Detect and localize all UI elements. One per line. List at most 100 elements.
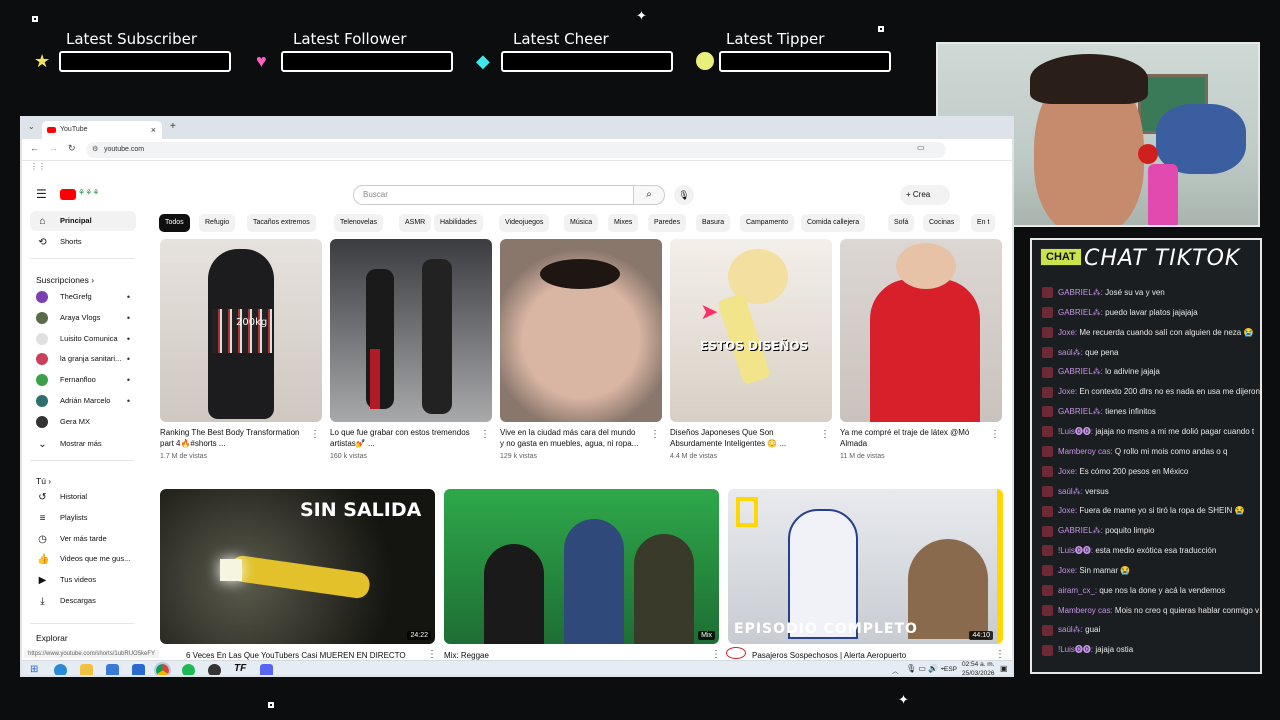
heart-icon: ♥	[256, 51, 267, 71]
sidebar-item-download[interactable]: ⤓ Descargas	[30, 591, 136, 611]
short-thumbnail[interactable]: ➤ ESTOS DISEÑOS	[670, 239, 832, 422]
forward-icon[interactable]: →	[49, 143, 58, 153]
filter-chip[interactable]: Todos	[159, 214, 190, 232]
url-field[interactable]: ⚙ youtube.com	[86, 142, 946, 158]
app-icon[interactable]	[260, 664, 273, 675]
short-title[interactable]: Vive en la ciudad más cara del mundo y n…	[500, 428, 640, 449]
filter-chip[interactable]: Música	[564, 214, 599, 232]
video-thumbnail[interactable]: Mix	[444, 489, 719, 644]
chat-text: guai	[1085, 625, 1101, 635]
filter-chip[interactable]: Tacaños extremos	[247, 214, 316, 232]
filter-chip[interactable]: Basura	[696, 214, 731, 232]
more-options-icon[interactable]: ⋮	[310, 429, 320, 440]
mic-button[interactable]: 🎙	[674, 185, 694, 205]
reload-icon[interactable]: ↻	[68, 143, 76, 154]
mail-icon[interactable]	[132, 664, 145, 675]
more-options-icon[interactable]: ⋮	[480, 429, 490, 440]
spotify-icon[interactable]	[182, 664, 195, 675]
sidebar-item-subscription[interactable]: Fernanfloo •	[30, 370, 136, 390]
short-title[interactable]: Diseños Japoneses Que Son Absurdamente I…	[670, 428, 810, 449]
browser-tab[interactable]: YouTube ×	[42, 121, 162, 139]
store-icon[interactable]	[106, 664, 119, 675]
sidebar-item-clock[interactable]: ◷ Ver más tarde	[30, 529, 136, 549]
filter-chip[interactable]: Telenovelas	[334, 214, 383, 232]
short-title[interactable]: Ranking The Best Body Transformation par…	[160, 428, 300, 449]
more-options-icon[interactable]: ⋮	[650, 429, 660, 440]
video-thumbnail[interactable]: SIN SALIDA 24:22	[160, 489, 435, 644]
cast-icon[interactable]: ▭	[917, 143, 925, 152]
short-thumbnail[interactable]	[500, 239, 662, 422]
filter-chip[interactable]: Comida callejera	[801, 214, 866, 232]
tab-title: YouTube	[60, 126, 88, 133]
sidebar-item-subscription[interactable]: Araya Vlogs •	[30, 308, 136, 328]
short-overlay-text: ESTOS DISEÑOS	[700, 339, 809, 353]
channel-avatar[interactable]	[726, 647, 746, 659]
sidebar-item-subscription[interactable]: la granja sanitari... •	[30, 349, 136, 369]
filter-chip[interactable]: Mixes	[608, 214, 639, 232]
filter-chip[interactable]: Sofá	[888, 214, 915, 232]
apps-icon[interactable]: ⋮⋮	[30, 162, 46, 171]
sidebar-item-subscription[interactable]: TheGrefg •	[30, 287, 136, 307]
filter-chip[interactable]: Videojuegos	[499, 214, 550, 232]
filter-chip[interactable]: Refugio	[199, 214, 236, 232]
site-info-icon[interactable]: ⚙	[92, 142, 98, 158]
short-title[interactable]: Lo que fue grabar con estos tremendos ar…	[330, 428, 470, 449]
tab-list-icon[interactable]: ⌄	[28, 122, 35, 131]
sidebar-item-subscription[interactable]: Luisito Comunica •	[30, 329, 136, 349]
chat-text: En contexto 200 dlrs no es nada en usa m…	[1079, 387, 1260, 397]
short-thumbnail[interactable]	[840, 239, 1002, 422]
edge-icon[interactable]	[54, 664, 67, 675]
tray-icons[interactable]: 🎙 ▭ 🔊 ⌁	[906, 664, 945, 673]
short-views: 160 k vistas	[330, 453, 367, 460]
close-icon[interactable]: ×	[151, 121, 156, 139]
notification-icon[interactable]: ▣	[1000, 664, 1008, 673]
filter-chip[interactable]: Paredes	[648, 214, 687, 232]
sidebar-item-video[interactable]: ▶ Tus videos	[30, 570, 136, 590]
video-thumbnail[interactable]: EPISODIO COMPLETO 44:10	[728, 489, 1003, 644]
tf-icon[interactable]: TF	[234, 663, 246, 674]
more-options-icon[interactable]: ⋮	[711, 649, 721, 660]
chat-message: GABRIEL⁂: José su va y ven	[1042, 286, 1260, 300]
sidebar-item-playlist[interactable]: ≡ Playlists	[30, 508, 136, 528]
back-icon[interactable]: ←	[30, 143, 39, 153]
more-options-icon[interactable]: ⋮	[995, 649, 1005, 660]
clock-date[interactable]: 25/03/2026	[962, 670, 995, 675]
search-button[interactable]: ⌕	[633, 185, 665, 205]
chrome-icon[interactable]	[154, 662, 171, 675]
more-options-icon[interactable]: ⋮	[990, 429, 1000, 440]
sidebar-item-subscription[interactable]: Adrián Marcelo •	[30, 391, 136, 411]
more-options-icon[interactable]: ⋮	[820, 429, 830, 440]
show-more-button[interactable]: ⌄ Mostrar más	[30, 434, 136, 454]
chat-message: Joxe: Es cómo 200 pesos en México	[1042, 465, 1260, 479]
windows-start-icon[interactable]: ⊞	[30, 664, 38, 675]
chat-text: Me recuerda cuando salí con alguien de n…	[1079, 327, 1254, 337]
filter-chip[interactable]: Cocinas	[923, 214, 961, 232]
chat-message: GABRIEL⁂: puedo lavar platos jajajaja	[1042, 306, 1260, 320]
sidebar-item-shorts[interactable]: ⟲ Shorts	[30, 232, 136, 252]
filter-chip[interactable]: ASMR	[399, 214, 432, 232]
sidebar-item-like[interactable]: 👍 Videos que me gus...	[30, 549, 136, 569]
short-thumbnail[interactable]	[330, 239, 492, 422]
video-title[interactable]: Mix: Reggae	[444, 651, 489, 660]
explorer-icon[interactable]	[80, 664, 93, 675]
short-thumbnail[interactable]: 200kg	[160, 239, 322, 422]
video-title[interactable]: Pasajeros Sospechosos | Alerta Aeropuert…	[752, 651, 906, 660]
filter-chip[interactable]: En t	[971, 214, 996, 232]
short-title[interactable]: Ya me compré el traje de látex @Mó Almad…	[840, 428, 980, 449]
more-options-icon[interactable]: ⋮	[427, 649, 437, 660]
video-title[interactable]: 6 Veces En Las Que YouTubers Casi MUEREN…	[186, 651, 406, 660]
filter-chip[interactable]: Campamento	[740, 214, 795, 232]
create-button[interactable]: + Crea	[900, 185, 950, 205]
language-indicator[interactable]: ESP	[944, 666, 957, 673]
sidebar-item-history[interactable]: ↺ Historial	[30, 487, 136, 507]
you-heading[interactable]: Tú ›	[36, 476, 51, 486]
obs-icon[interactable]	[208, 664, 221, 675]
sidebar-item-subscription[interactable]: Gera MX	[30, 412, 136, 432]
subs-heading[interactable]: Suscripciones ›	[36, 275, 94, 285]
sidebar-item-principal[interactable]: ⌂ Principal	[30, 211, 136, 231]
new-tab-icon[interactable]: +	[170, 121, 176, 132]
tray-chevron-icon[interactable]: ︿	[892, 665, 899, 675]
clock-time[interactable]: 02:54 a. m.	[962, 661, 995, 668]
filter-chip[interactable]: Habilidades	[434, 214, 483, 232]
search-input[interactable]: Buscar	[353, 185, 634, 205]
